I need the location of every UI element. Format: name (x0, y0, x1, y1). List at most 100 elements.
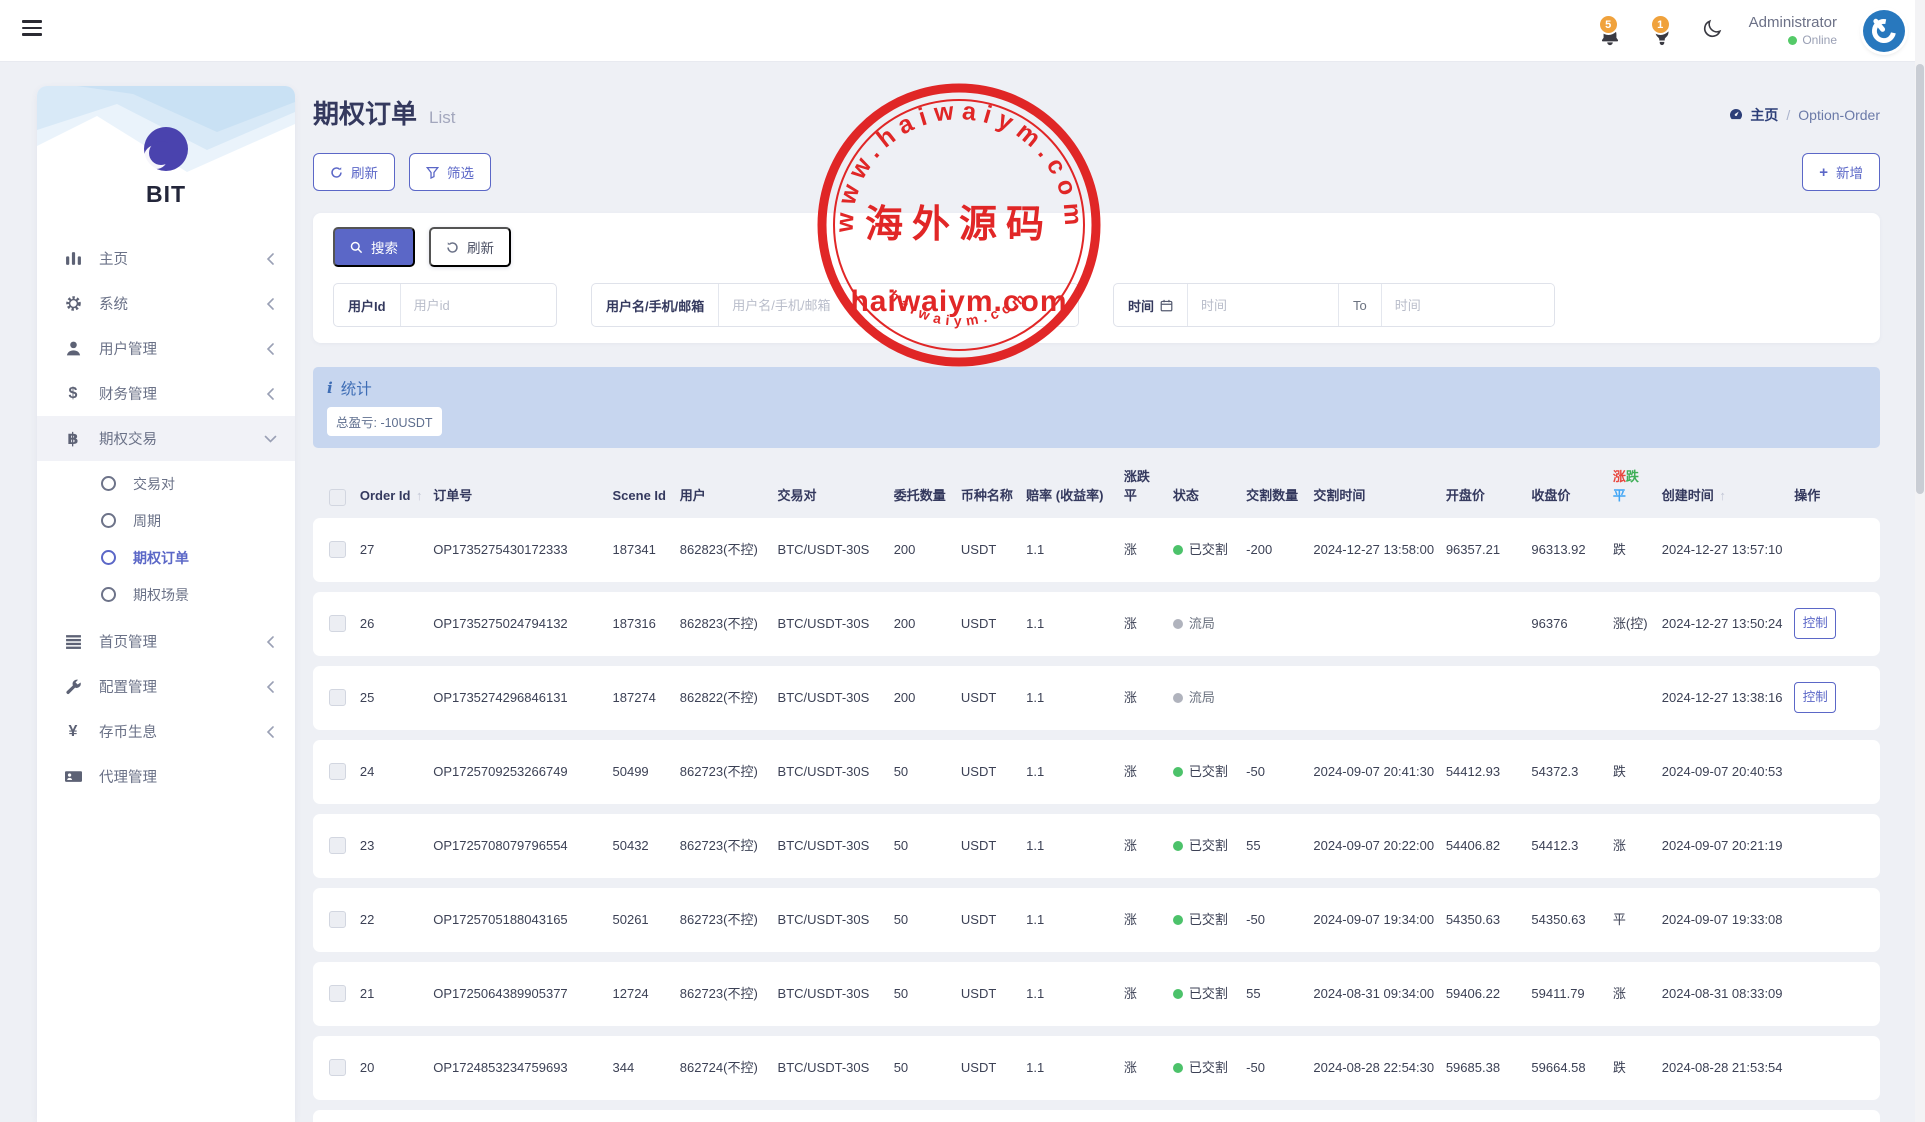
cell-user: 862723(不控) (680, 888, 778, 952)
time-start-input[interactable] (1188, 284, 1338, 326)
cell-created: 2024-08-28 21:53:54 (1662, 1036, 1794, 1100)
dark-mode-toggle-moon-icon[interactable] (1701, 18, 1723, 45)
reset-icon (446, 241, 459, 254)
time-end-input[interactable] (1382, 284, 1555, 326)
cell-checkbox (313, 740, 360, 804)
cell-result (1613, 666, 1662, 730)
chevron-left-icon (266, 681, 275, 693)
cell-amount: 50 (894, 962, 961, 1026)
row-checkbox[interactable] (329, 985, 346, 1002)
dollar-icon: $ (63, 385, 83, 403)
table-row: 24OP172570925326674950499862723(不控)BTC/U… (313, 740, 1880, 804)
list-icon (63, 633, 83, 650)
cell-close_price (1531, 666, 1613, 730)
cell-result: 平 (1613, 888, 1662, 952)
cell-amount: 50 (894, 888, 961, 952)
cell-close_price: 59735.33 (1531, 1110, 1613, 1122)
sidebar-subitem[interactable]: 期权场景 (37, 576, 295, 613)
cell-user: 862822(不控) (680, 666, 778, 730)
control-button[interactable]: 控制 (1794, 608, 1836, 639)
filter-user-id: 用户Id (333, 283, 557, 327)
search-button[interactable]: 搜索 (333, 227, 415, 267)
cell-order_no: OP1725705188043165 (433, 888, 612, 952)
cell-status: 已交割 (1173, 1036, 1246, 1100)
breadcrumb: 主页 / Option-Order (1728, 105, 1880, 125)
cell-status: 已交割 (1173, 888, 1246, 952)
cell-result: 涨 (1613, 814, 1662, 878)
status-dot (1173, 841, 1183, 851)
refresh-button[interactable]: 刷新 (313, 153, 395, 191)
cell-close_price: 54372.3 (1531, 740, 1613, 804)
scrollbar-thumb[interactable] (1916, 64, 1924, 494)
cell-close_price: 96313.92 (1531, 518, 1613, 582)
cell-status: 已交割 (1173, 814, 1246, 878)
row-checkbox[interactable] (329, 911, 346, 928)
breadcrumb-home-link[interactable]: 主页 (1728, 105, 1778, 125)
sidebar-subitem[interactable]: 期权订单 (37, 539, 295, 576)
column-header-status: 状态 (1173, 468, 1246, 508)
sidebar-item-2[interactable]: 用户管理 (37, 326, 295, 371)
control-button[interactable]: 控制 (1794, 682, 1836, 713)
cell-pair: BTC/USDT-30S (778, 888, 894, 952)
cell-odds: 1.1 (1026, 666, 1124, 730)
row-checkbox[interactable] (329, 763, 346, 780)
column-header-user: 用户 (680, 468, 778, 508)
sidebar-item-0[interactable]: 主页 (37, 236, 295, 281)
page-scrollbar[interactable] (1915, 0, 1925, 1122)
cell-direction: 涨 (1124, 1110, 1173, 1122)
select-all-checkbox[interactable] (329, 489, 346, 506)
sidebar-subitem[interactable]: 交易对 (37, 465, 295, 502)
cell-action (1794, 1036, 1880, 1100)
row-checkbox[interactable] (329, 837, 346, 854)
cell-open_price: 96357.21 (1446, 518, 1532, 582)
sidebar-item-1[interactable]: 系统 (37, 281, 295, 326)
column-header-order_no: 订单号 (433, 468, 612, 508)
cell-result: 跌 (1613, 1110, 1662, 1122)
main-content: 期权订单 List 主页 / Option-Order 刷新 筛选 + 新增 (313, 62, 1880, 1122)
table-row: 20OP1724853234759693344862724(不控)BTC/USD… (313, 1036, 1880, 1100)
row-checkbox[interactable] (329, 1059, 346, 1076)
cell-pair: BTC/USDT-30S (778, 592, 894, 656)
brand-name: BIT (37, 181, 295, 208)
table-row: 27OP1735275430172333187341862823(不控)BTC/… (313, 518, 1880, 582)
cell-order_no: OP1725064389905377 (433, 962, 612, 1026)
chevron-left-icon (266, 298, 275, 310)
cell-close_price: 54412.3 (1531, 814, 1613, 878)
user-avatar[interactable] (1863, 10, 1905, 52)
cell-coin: USDT (961, 666, 1026, 730)
cell-settle_time: 2024-08-28 22:50:00 (1313, 1110, 1445, 1122)
cell-order_no: OP1724853234759693 (433, 1036, 612, 1100)
total-pnl-badge: 总盈亏: -10USDT (327, 407, 442, 436)
notification-bell[interactable]: 5 (1597, 16, 1623, 46)
sidebar-item-5[interactable]: 首页管理 (37, 619, 295, 664)
row-checkbox[interactable] (329, 689, 346, 706)
sidebar-item-4[interactable]: ฿ 期权交易 (37, 416, 295, 461)
row-checkbox[interactable] (329, 615, 346, 632)
table-row: 19OP1724852960657489327862724(不控)BTC/USD… (313, 1110, 1880, 1122)
sidebar-item-3[interactable]: $ 财务管理 (37, 371, 295, 416)
column-header-settle_time: 交割时间 (1313, 468, 1445, 508)
user-name: Administrator (1749, 13, 1837, 33)
row-checkbox[interactable] (329, 541, 346, 558)
search-refresh-button[interactable]: 刷新 (429, 227, 511, 267)
cell-user: 862723(不控) (680, 962, 778, 1026)
sort-arrow-icon[interactable]: ↑ (416, 488, 423, 503)
table-row: 26OP1735275024794132187316862823(不控)BTC/… (313, 592, 1880, 656)
brand-logo-icon (143, 126, 189, 177)
sidebar-item-7[interactable]: ¥ 存币生息 (37, 709, 295, 754)
sidebar-subitem[interactable]: 周期 (37, 502, 295, 539)
sort-arrow-icon[interactable]: ↑ (1719, 488, 1726, 503)
cell-open_price: 54350.63 (1446, 888, 1532, 952)
cell-odds: 1.1 (1026, 1036, 1124, 1100)
add-button[interactable]: + 新增 (1802, 153, 1880, 191)
sidebar-item-8[interactable]: 代理管理 (37, 754, 295, 799)
sidebar-item-6[interactable]: 配置管理 (37, 664, 295, 709)
notification-bulb[interactable]: 1 (1649, 16, 1675, 46)
hamburger-menu-icon[interactable] (22, 20, 44, 40)
user-id-input[interactable] (401, 284, 541, 326)
filter-button[interactable]: 筛选 (409, 153, 491, 191)
cell-pair: BTC/USDT-30S (778, 740, 894, 804)
cell-amount: 200 (894, 666, 961, 730)
user-name-input[interactable] (719, 284, 1078, 326)
cell-settle_amount: -200 (1246, 1110, 1313, 1122)
